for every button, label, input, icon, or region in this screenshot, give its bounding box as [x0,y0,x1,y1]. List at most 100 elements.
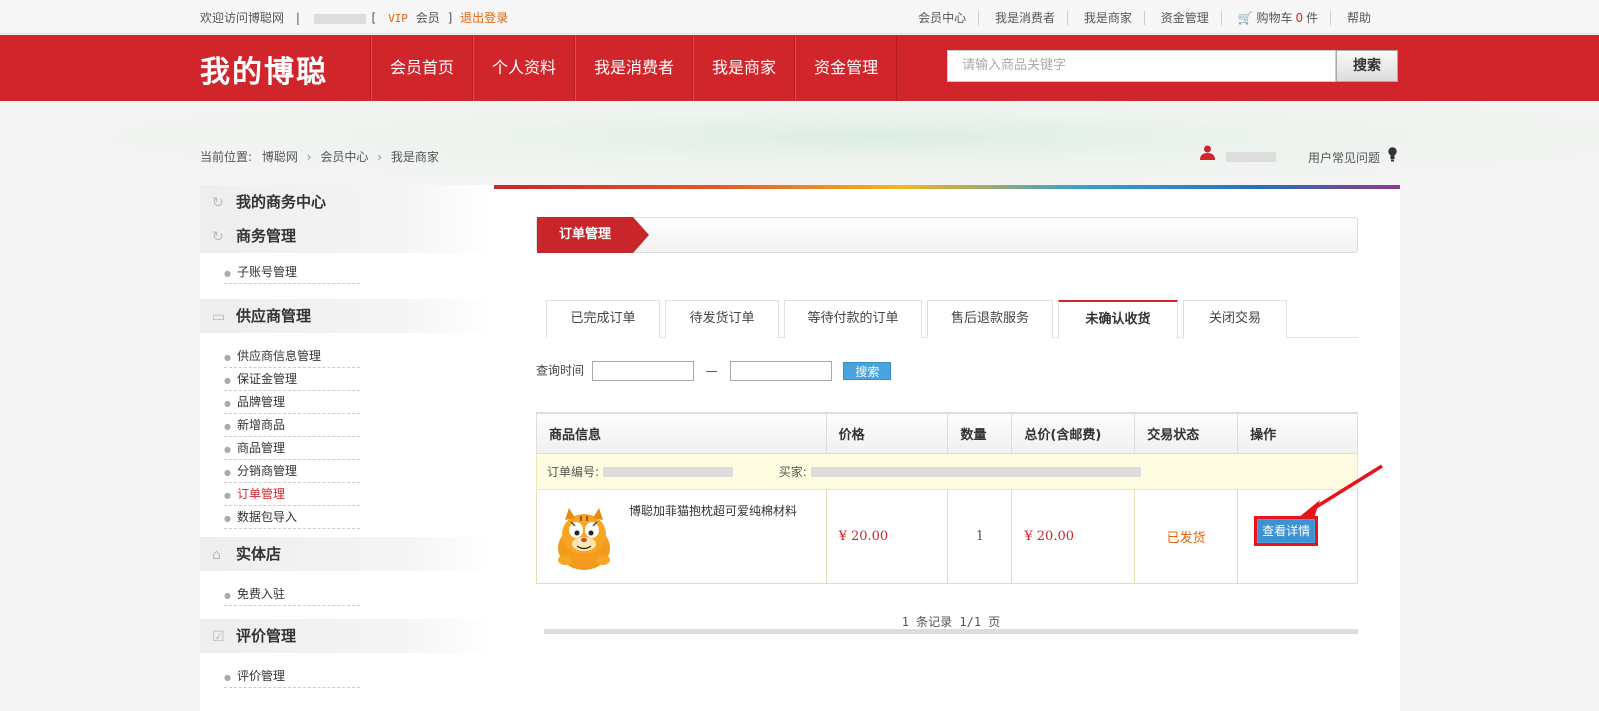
price-cell: ¥ 20.00 [825,488,949,584]
breadcrumb-item-home[interactable]: 博聪网 [262,150,298,164]
breadcrumb: 当前位置: 博聪网 › 会员中心 › 我是商家 [200,148,439,165]
search-button[interactable]: 搜索 [1336,50,1398,82]
breadcrumb-sep: › [377,150,383,164]
start-date-input[interactable] [591,361,694,381]
sidebar-item-label: 子账号管理 [236,265,297,279]
sidebar-section-reviews[interactable]: ☑ 评价管理 [200,619,494,653]
col-quantity: 数量 [947,412,1013,454]
top-link-merchant[interactable]: 我是商家 [1071,11,1145,25]
cart-unit: 件 [1306,11,1319,25]
order-table: 商品信息 价格 数量 总价(含邮费) 交易状态 操作 订单编号: 买家: 博聪加… [536,412,1358,584]
sidebar-item-products[interactable]: ● 商品管理 [224,437,360,460]
sidebar-item-sub-accounts[interactable]: ● 子账号管理 [224,261,360,284]
card-icon: ▭ [212,309,226,325]
nav-member-home[interactable]: 会员首页 [371,35,474,101]
bullet-icon: ● [224,399,231,408]
bullet-icon: ● [224,491,231,500]
buyer-label: 买家: [778,464,807,479]
sidebar-item-label: 订单管理 [236,487,285,501]
nav-consumer[interactable]: 我是消费者 [575,35,694,101]
refresh-icon: ↻ [212,195,224,211]
breadcrumb-item-merchant[interactable]: 我是商家 [391,150,439,164]
tab-completed[interactable]: 已完成订单 [546,300,660,338]
sidebar-section-business-management[interactable]: ↻ 商务管理 [200,219,494,253]
annotation-arrow-icon [1298,464,1383,518]
lightbulb-icon [1388,147,1397,166]
date-separator: — [705,363,718,378]
bullet-icon: ● [224,468,231,477]
total-cell: ¥ 20.00 [1011,488,1136,584]
tab-awaiting-payment[interactable]: 等待付款的订单 [784,300,922,338]
cart-link[interactable]: 🛒 购物车 0 件 [1225,11,1332,25]
top-link-funds[interactable]: 资金管理 [1148,11,1222,25]
bullet-icon: ● [224,353,231,362]
search-input[interactable]: 请输入商品关键字 [947,50,1336,82]
sidebar-item-label: 商品管理 [236,441,285,455]
sidebar-item-new-product[interactable]: ● 新增商品 [224,414,360,437]
col-goods-info: 商品信息 [536,412,827,454]
sidebar-item-label: 分销商管理 [236,464,297,478]
separator: | [295,11,300,25]
top-link-member-center[interactable]: 会员中心 [906,11,980,25]
sidebar-section-store[interactable]: ⌂ 实体店 [200,537,494,571]
main-nav: 会员首页 个人资料 我是消费者 我是商家 资金管理 [370,35,898,101]
order-info-cell: 订单编号: 买家: [536,452,1358,490]
sidebar-item-orders[interactable]: ● 订单管理 [224,483,360,506]
breadcrumb-item-member[interactable]: 会员中心 [320,150,368,164]
bullet-icon: ● [224,445,231,454]
tab-unconfirmed-receipt[interactable]: 未确认收货 [1058,300,1178,339]
welcome-text: 欢迎访问博聪网 [200,11,285,25]
help-link[interactable]: 帮助 [1335,11,1371,25]
query-bar: 查询时间 — 搜索 [536,361,892,381]
logout-link[interactable]: 退出登录 [460,11,508,25]
member-label: 会员 [415,11,440,25]
sidebar-section-supplier[interactable]: ▭ 供应商管理 [200,299,494,333]
table-header-row: 商品信息 价格 数量 总价(含邮费) 交易状态 操作 [536,412,1358,454]
top-link-consumer[interactable]: 我是消费者 [983,11,1069,25]
pager-text: 1 条记录 1/1 页 [901,615,1001,629]
sidebar-item-data-import[interactable]: ● 数据包导入 [224,506,360,529]
sidebar-section-business-center[interactable]: ↻ 我的商务中心 [200,185,494,219]
bullet-icon: ● [224,673,231,682]
top-bar: 欢迎访问博聪网 | [ VIP 会员 ] 退出登录 会员中心 我是消费者 我是商… [0,0,1599,34]
top-links: 会员中心 我是消费者 我是商家 资金管理 🛒 购物车 0 件 帮助 [906,9,1371,26]
order-info-row: 订单编号: 买家: [536,452,1358,490]
bullet-icon: ● [224,376,231,385]
pager-bar [544,629,1358,634]
sidebar-list: ● 评价管理 [200,653,494,694]
sidebar-item-supplier-info[interactable]: ● 供应商信息管理 [224,345,360,368]
sidebar-item-brand[interactable]: ● 品牌管理 [224,391,360,414]
nav-funds[interactable]: 资金管理 [795,35,898,101]
nav-merchant[interactable]: 我是商家 [693,35,796,101]
col-price: 价格 [825,412,949,454]
welcome-area: 欢迎访问博聪网 | [ VIP 会员 ] 退出登录 [200,9,508,26]
end-date-input[interactable] [729,361,832,381]
sidebar-section-title: 评价管理 [236,627,297,645]
query-search-button[interactable]: 搜索 [843,362,892,380]
main-header: 我的博聪 会员首页 个人资料 我是消费者 我是商家 资金管理 请输入商品关键字 … [0,35,1599,101]
order-no-label: 订单编号: [547,464,600,479]
product-name[interactable]: 博聪加菲猫抱枕超可爱纯棉材料 [629,502,797,519]
sidebar-section-title: 供应商管理 [236,307,312,325]
tab-closed[interactable]: 关闭交易 [1183,300,1287,338]
tab-pending-shipment[interactable]: 待发货订单 [665,300,779,338]
sidebar-item-distributors[interactable]: ● 分销商管理 [224,460,360,483]
sidebar-item-label: 评价管理 [236,669,285,683]
sidebar-item-label: 品牌管理 [236,395,285,409]
sidebar-item-label: 保证金管理 [236,372,297,386]
sidebar-item-deposit[interactable]: ● 保证金管理 [224,368,360,391]
sidebar-item-review-management[interactable]: ● 评价管理 [224,665,360,688]
username-blurred [313,13,366,24]
tab-after-sales[interactable]: 售后退款服务 [927,300,1053,338]
faq-label: 用户常见问题 [1308,151,1381,165]
store-icon: ⌂ [212,547,221,563]
faq-link[interactable]: 用户常见问题 [1308,147,1397,166]
product-image[interactable] [551,504,617,572]
checkbox-icon: ☑ [212,629,225,645]
sidebar-item-free-join[interactable]: ● 免费入驻 [224,583,360,606]
bracket-open: [ [371,11,377,25]
site-logo[interactable]: 我的博聪 [200,47,328,91]
nav-profile[interactable]: 个人资料 [473,35,576,101]
cart-icon: 🛒 [1237,11,1253,25]
query-label: 查询时间 [536,363,585,378]
